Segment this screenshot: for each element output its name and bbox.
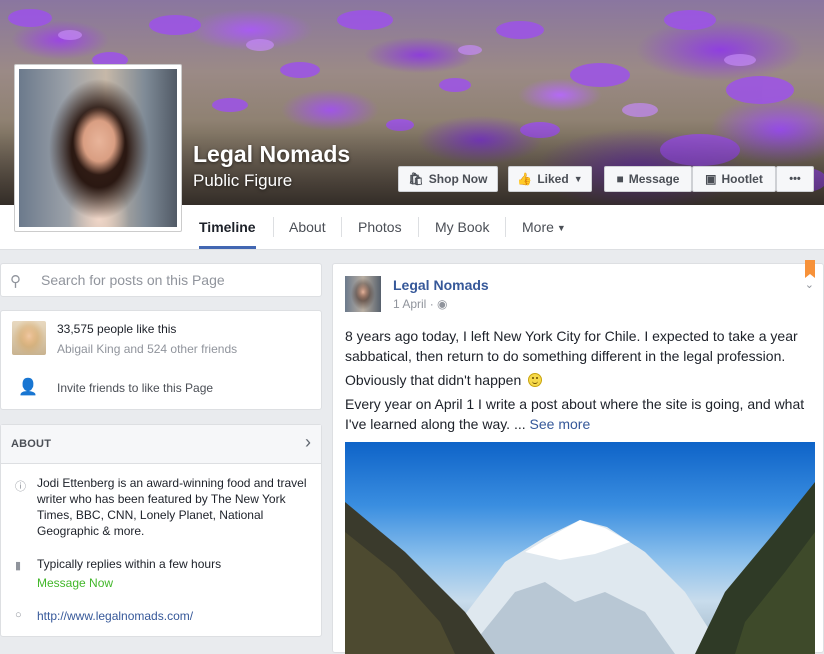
tab-timeline[interactable]: Timeline (199, 205, 256, 249)
page-title[interactable]: Legal Nomads (193, 141, 350, 168)
about-header[interactable]: ABOUT › (1, 425, 321, 464)
post-paragraph: Every year on April 1 I write a post abo… (345, 394, 815, 434)
invite-friends-link[interactable]: Invite friends to like this Page (57, 381, 213, 395)
thumbs-up-icon: 👍 (517, 172, 533, 186)
bookmark-icon[interactable] (805, 260, 815, 278)
about-description: Jodi Ettenberg is an award-winning food … (37, 476, 307, 538)
tab-divider (341, 217, 342, 237)
shopping-bag-icon: 🛍 (408, 172, 424, 186)
chevron-down-icon[interactable]: ⌄ (805, 278, 814, 291)
timeline-post: Legal Nomads 1 April · ◉ ⌄ 8 years ago t… (332, 260, 824, 654)
tab-about-label: About (289, 219, 326, 235)
mountain-landscape (345, 482, 815, 654)
globe-icon: ○ (15, 609, 22, 621)
message-bubble-icon: ▮ (15, 560, 22, 572)
post-timestamp[interactable]: 1 April · ◉ (393, 297, 448, 311)
message-icon: ■ (616, 172, 624, 186)
search-input[interactable] (31, 264, 327, 296)
page-category: Public Figure (193, 171, 293, 190)
post-paragraph: 8 years ago today, I left New York City … (345, 328, 798, 364)
website-link[interactable]: http://www.legalnomads.com/ (37, 609, 193, 623)
globe-icon: ◉ (437, 297, 448, 311)
post-author-name[interactable]: Legal Nomads (393, 277, 489, 293)
post-photo[interactable] (345, 442, 815, 654)
info-icon: ⓘ (15, 481, 26, 493)
page-search-box: ⚲ (0, 263, 327, 297)
more-options-label: ••• (789, 173, 801, 185)
likes-card: 33,575 people like this Abigail King and… (0, 310, 322, 410)
liked-button[interactable]: 👍 Liked ▼ (508, 166, 592, 192)
liked-label: Liked (537, 172, 569, 186)
post-paragraph: Obviously that didn't happen (345, 370, 815, 390)
friend-avatar[interactable] (12, 321, 46, 355)
caret-down-icon: ▼ (573, 174, 583, 184)
likes-count[interactable]: 33,575 people like this (57, 322, 176, 336)
tab-more[interactable]: More ▼ (522, 205, 566, 249)
add-person-icon: 👤 (18, 379, 38, 396)
more-options-button[interactable]: ••• (776, 166, 814, 192)
tab-photos-label: Photos (358, 219, 402, 235)
tab-divider (418, 217, 419, 237)
message-label: Message (628, 172, 680, 186)
caret-down-icon: ▼ (556, 223, 566, 233)
tab-my-book-label: My Book (435, 219, 490, 235)
tab-my-book[interactable]: My Book (435, 205, 489, 249)
tab-about[interactable]: About (289, 205, 326, 249)
message-now-link[interactable]: Message Now (37, 576, 113, 590)
tab-timeline-label: Timeline (199, 219, 256, 235)
shop-now-label: Shop Now (428, 172, 488, 186)
message-button[interactable]: ■ Message (604, 166, 692, 192)
owl-icon: ▣ (705, 172, 717, 186)
chevron-right-icon[interactable]: › (305, 432, 311, 453)
post-paragraph-text: Obviously that didn't happen (345, 372, 522, 388)
tab-photos[interactable]: Photos (358, 205, 402, 249)
shop-now-button[interactable]: 🛍 Shop Now (398, 166, 498, 192)
tab-more-label: More (522, 219, 554, 235)
reply-time-text: Typically replies within a few hours (37, 557, 222, 571)
profile-photo-image (19, 69, 177, 227)
search-icon: ⚲ (10, 273, 21, 290)
see-more-link[interactable]: See more (530, 416, 591, 432)
friends-like-text[interactable]: Abigail King and 524 other friends (57, 342, 237, 356)
smiley-emoji-icon (528, 373, 543, 387)
tab-divider (273, 217, 274, 237)
separator-dot: · (429, 297, 438, 311)
about-title: ABOUT (11, 438, 52, 450)
about-card: ABOUT › ⓘ Jodi Ettenberg is an award-win… (0, 424, 322, 637)
tab-divider (505, 217, 506, 237)
post-date-text: 1 April (393, 297, 427, 311)
post-author-avatar[interactable] (345, 276, 381, 312)
hootlet-label: Hootlet (721, 172, 763, 186)
profile-picture[interactable] (14, 64, 182, 232)
hootlet-button[interactable]: ▣ Hootlet (692, 166, 776, 192)
